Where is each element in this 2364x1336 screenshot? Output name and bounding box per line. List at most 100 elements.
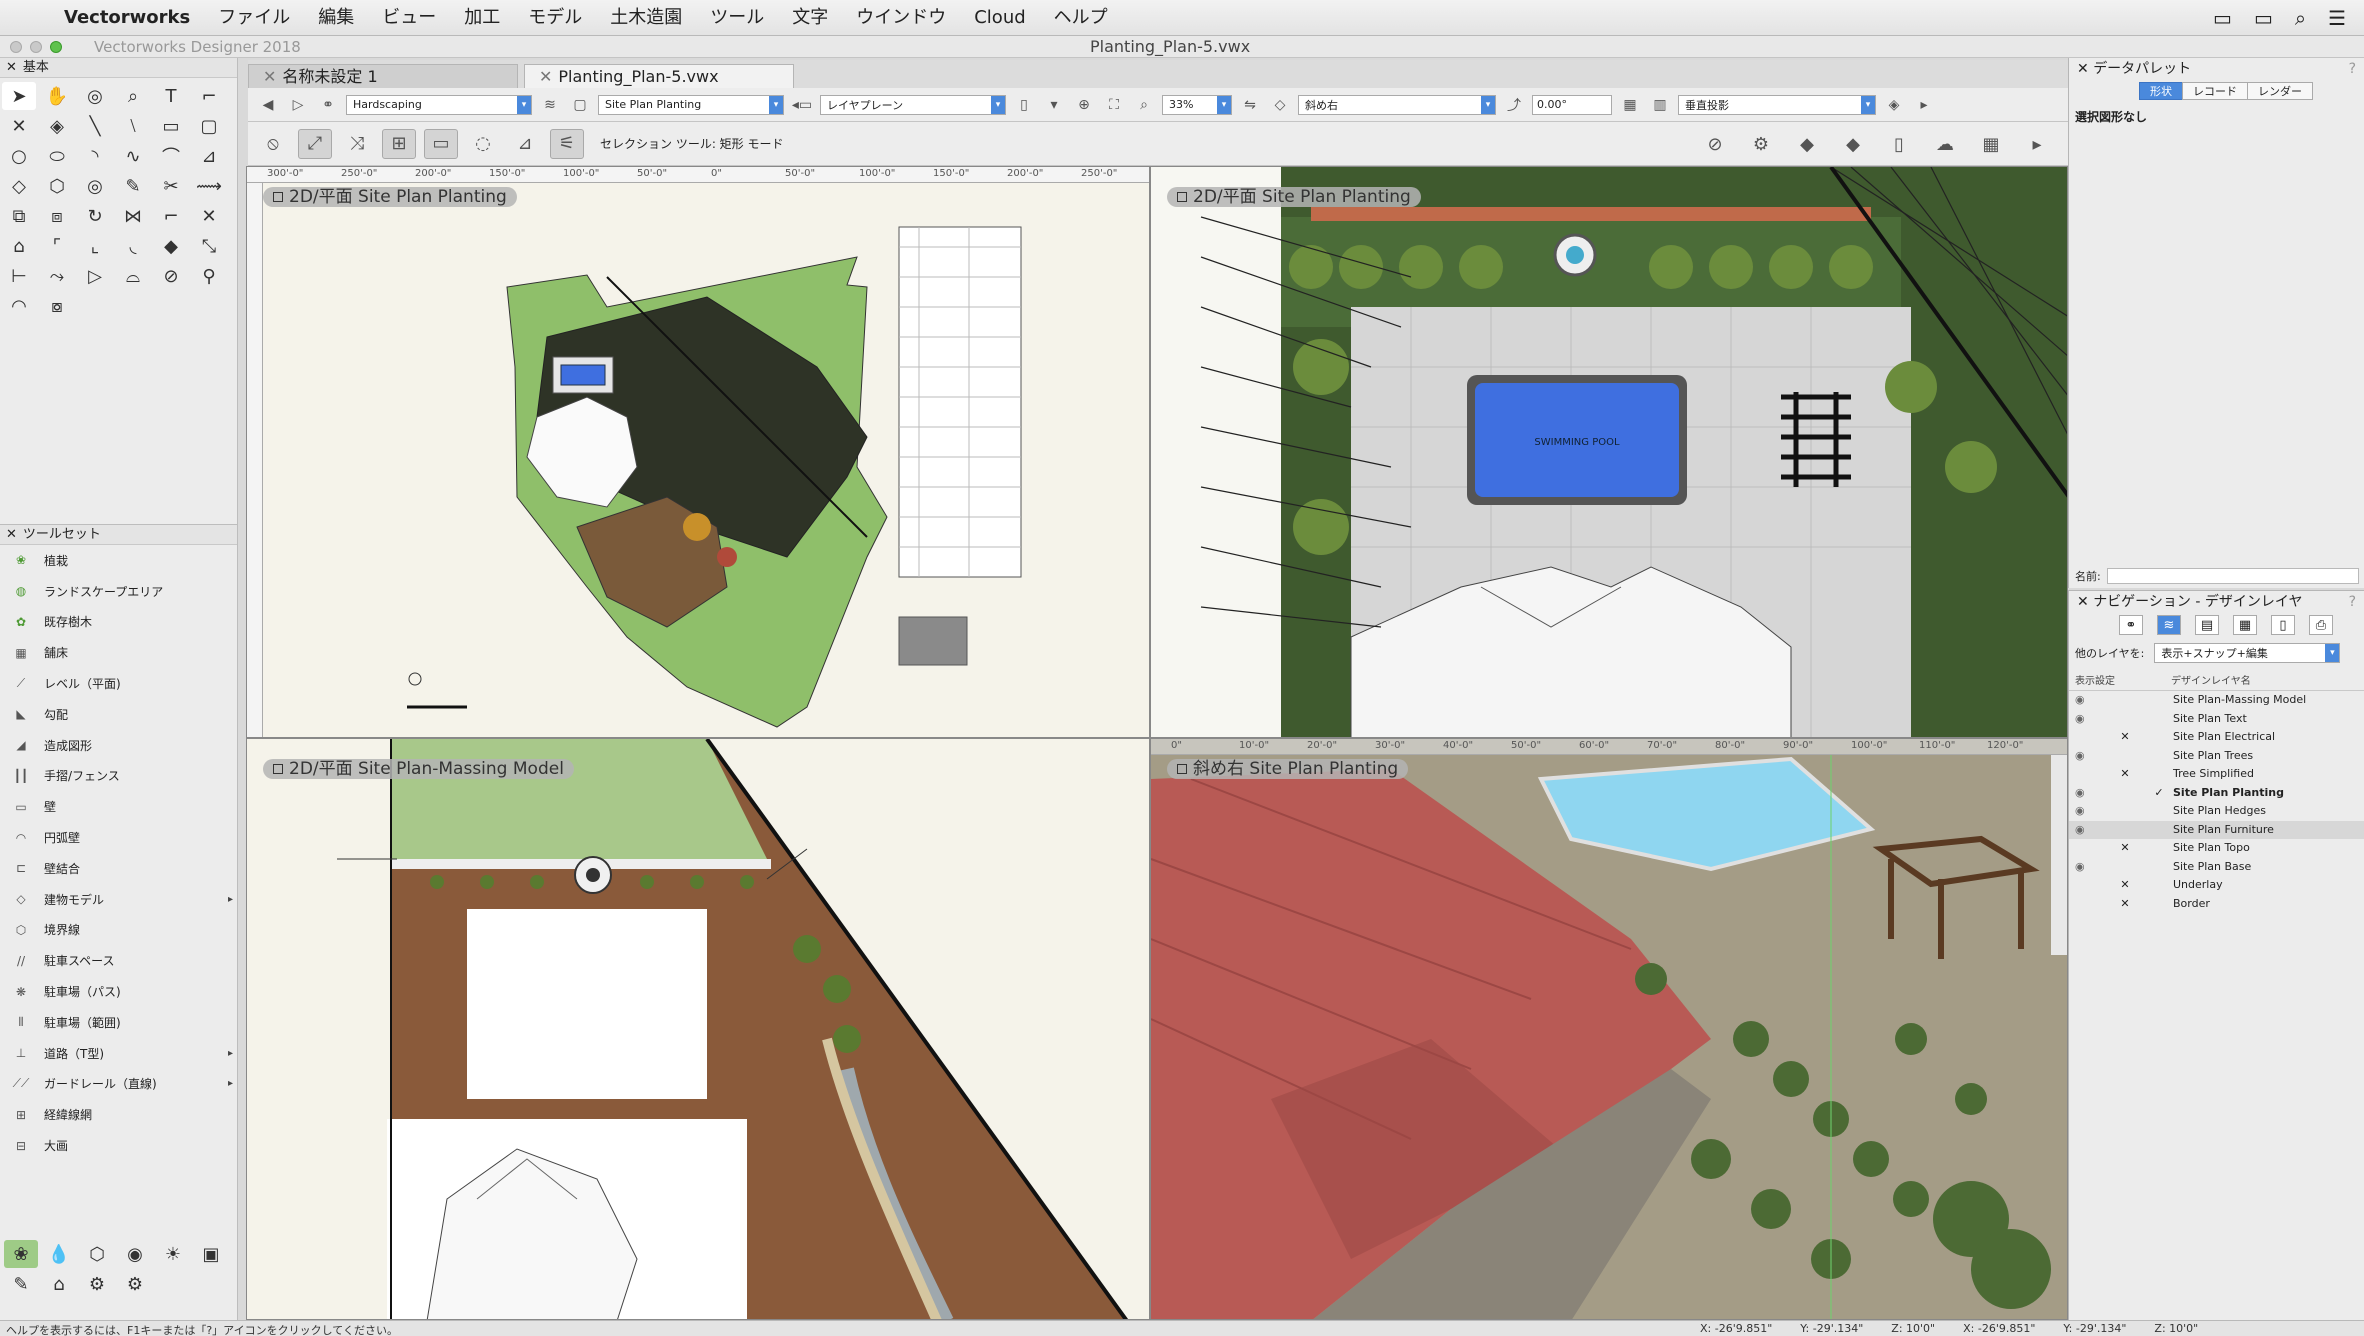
hidden-x-icon[interactable]: ✕ [2105,895,2145,914]
viewports-icon[interactable]: ▦ [2233,615,2257,635]
clip-tool-icon[interactable]: ✂ [154,172,188,200]
interactive-scaling-icon[interactable]: ⊞ [382,128,416,159]
toolset-item[interactable]: ⟋⟋ ガードレール（直線) ▸ [0,1069,237,1100]
menu-cloud[interactable]: Cloud [960,0,1039,36]
projection-dropdown[interactable]: 垂直投影 ▾ [1678,94,1876,115]
viewport-bottom-right[interactable]: 0" 10'-0" 20'-0" 30'-0" 40'-0" 50'-0" 60'-0" 70… [1150,738,2068,1320]
name-field[interactable] [2106,568,2359,584]
view-dropdown[interactable]: 斜め右 ▾ [1298,94,1496,115]
visibility-slot[interactable] [2105,710,2145,729]
site-planning-set-icon[interactable]: ❀ [4,1240,38,1268]
grid-icon[interactable]: ▦ [1974,129,2008,159]
menu-text[interactable]: 文字 [778,0,842,36]
duplicate-tool-icon[interactable]: ⧈ [40,202,74,230]
tab-planting-plan[interactable]: ✕ Planting_Plan-5.vwx [524,64,794,88]
corner-tool-icon[interactable]: ⌞ [78,232,112,260]
hidden-placeholder[interactable] [2075,839,2105,858]
machine-set-icon[interactable]: ⚙ [80,1270,114,1298]
plane-icon[interactable]: ◂▭ [790,94,814,116]
zoom-tool-icon[interactable]: ⌕ [116,82,150,110]
close-tab-icon[interactable]: ✕ [539,67,552,86]
visibility-slot[interactable] [2105,821,2145,840]
viewport-label[interactable]: 2D/平面 Site Plan Planting [1167,187,1421,207]
forward-icon[interactable]: ▷ [286,94,310,116]
hidden-x-icon[interactable]: ✕ [2105,876,2145,895]
zoom-window-button[interactable] [50,41,62,53]
rotate-plan-icon[interactable]: ⤴ [1502,94,1526,116]
layer-row[interactable]: ◉Site Plan Furniture8 [2069,820,2364,840]
class-dropdown[interactable]: Hardscaping ▾ [346,94,532,115]
lighting-options-icon[interactable]: ◈ [1882,94,1906,116]
offset-tool-icon[interactable]: ⟿ [192,172,226,200]
toolset-item[interactable]: ✿ 既存樹木 [0,607,237,638]
polygon-tool-icon[interactable]: ⊿ [192,142,226,170]
hidden-x-icon[interactable]: ✕ [2105,765,2145,784]
menu-landmark[interactable]: 土木造園 [596,0,696,36]
render-mode-icon[interactable]: ◇ [1268,94,1292,116]
toolset-item[interactable]: ⊥ 道路（T型) ▸ [0,1038,237,1069]
toolset-item[interactable]: ▦ 舗床 [0,637,237,668]
toolset-item[interactable]: ⊟ 大画 [0,1130,237,1161]
menu-help[interactable]: ヘルプ [1040,0,1122,36]
render-options-icon[interactable]: ▦ [1618,94,1642,116]
toolset-item[interactable]: ⊞ 経緯線網 [0,1099,237,1130]
layer-row[interactable]: ◉Site Plan Text2 [2069,710,2364,729]
menu-window[interactable]: ウインドウ [842,0,960,36]
protractor-icon[interactable]: ◠ [2,292,36,320]
close-icon[interactable]: ✕ [6,527,17,542]
regular-polygon-icon[interactable]: ⬡ [40,172,74,200]
toolset-item[interactable]: ⊏ 壁結合 [0,853,237,884]
visibility-slot[interactable] [2105,784,2145,803]
fit-to-page-icon[interactable]: ⛶ [1102,94,1126,116]
layer-row[interactable]: ✕Tree Simplified5 [2069,765,2364,784]
eye-icon[interactable]: ◉ [2075,691,2105,710]
menu-tools[interactable]: ツール [696,0,778,36]
gear-icon[interactable]: ⚙ [1744,129,1778,159]
sheet-icon[interactable]: ▯ [1012,94,1036,116]
water-set-icon[interactable]: 💧 [42,1240,76,1268]
freehand-tool-icon[interactable]: ∿ [116,142,150,170]
menu-view[interactable]: ビュー [368,0,450,36]
rectangle-marquee-icon[interactable]: ▭ [424,128,458,159]
viewport-top-right[interactable]: 2D/平面 Site Plan Planting SWIMMING POOL [1150,166,2068,738]
viewport-top-left[interactable]: 300'-0" 250'-0" 200'-0" 150'-0" 100'-0" 50'-0… [246,166,1150,738]
viewport-label[interactable]: 2D/平面 Site Plan-Massing Model [263,759,574,779]
compass-tool-icon[interactable]: ⊘ [154,262,188,290]
circle-tool-icon[interactable]: ○ [2,142,36,170]
scroll-tool-icon[interactable]: ⧇ [40,292,74,320]
tab-shape[interactable]: 形状 [2139,82,2183,100]
zoom-icon[interactable]: ⌕ [1132,94,1156,116]
split-tool-icon[interactable]: ✕ [192,202,226,230]
saved-views-icon[interactable]: ▯ [2271,615,2295,635]
mirror-tool-icon[interactable]: ⋈ [116,202,150,230]
eye-icon[interactable]: ◉ [2075,821,2105,840]
3d-object-tool-icon[interactable]: ◆ [154,232,188,260]
help-icon[interactable]: ? [2349,591,2356,613]
design-layers-icon[interactable]: ≋ [2157,615,2181,635]
classes-icon[interactable]: ⚭ [2119,615,2143,635]
layer-icon[interactable]: ≋ [538,94,562,116]
viewport-label[interactable]: 2D/平面 Site Plan Planting [263,187,517,207]
visualization-set-icon[interactable]: ◉ [118,1240,152,1268]
building-set-icon[interactable]: ⬡ [80,1240,114,1268]
column-visibility[interactable]: 表示設定 [2075,673,2171,691]
polyline-tool-icon[interactable]: ⌒ [154,142,188,170]
menu-vectorworks[interactable]: Vectorworks [50,0,204,36]
angular-dim-icon[interactable]: ▷ [78,262,112,290]
split-view-icon[interactable]: ▥ [1648,94,1672,116]
furniture-set-icon[interactable]: ▣ [194,1240,228,1268]
lighting-set-icon[interactable]: ☀ [156,1240,190,1268]
tab-render[interactable]: レンダー [2247,82,2313,100]
menu-edit[interactable]: 編集 [304,0,368,36]
toolset-item[interactable]: ◢ 造成図形 [0,730,237,761]
eye-icon[interactable]: ◉ [2075,710,2105,729]
rotate-tool-icon[interactable]: ↻ [78,202,112,230]
toolset-item[interactable]: ❋ 駐車場（パス) [0,976,237,1007]
layer-row[interactable]: ◉Site Plan Trees4 [2069,747,2364,766]
layer-row[interactable]: ◉✓Site Plan Planting6 [2069,784,2364,803]
hidden-x-icon[interactable]: ✕ [2105,728,2145,747]
eye-icon[interactable]: ◉ [2075,747,2105,766]
eye-icon[interactable]: ◉ [2075,784,2105,803]
close-icon[interactable]: ✕ [6,60,17,75]
class-icon[interactable]: ⚭ [316,94,340,116]
